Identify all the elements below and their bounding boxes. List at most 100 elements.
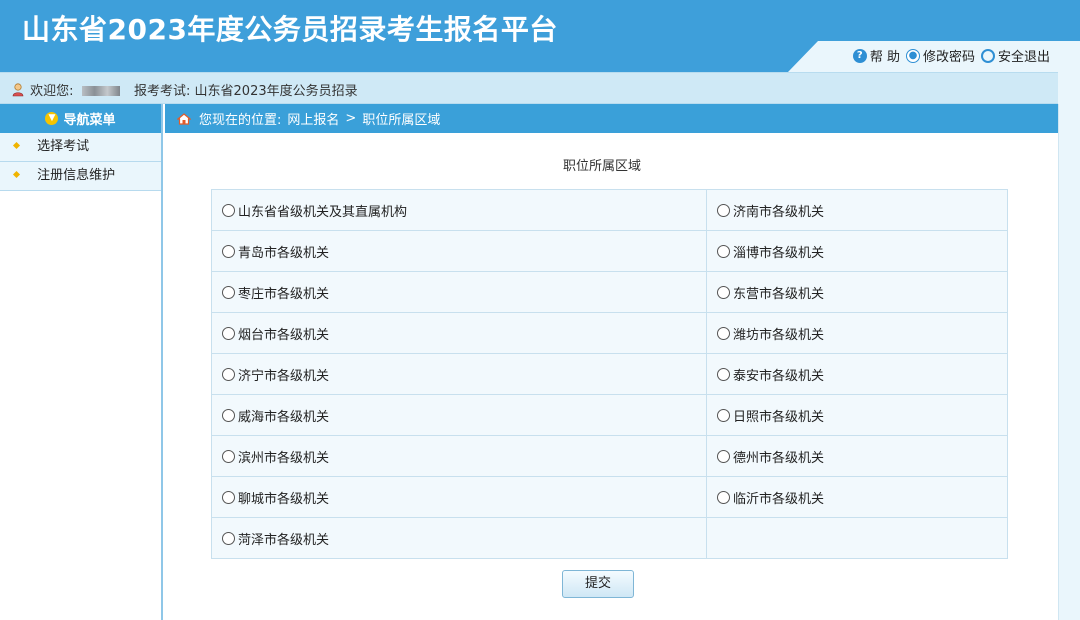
table-row: 滨州市各级机关 德州市各级机关: [211, 435, 1008, 477]
right-margin: [1058, 72, 1080, 620]
arrow-down-icon: ▼: [45, 112, 59, 125]
radio-button[interactable]: [717, 326, 730, 340]
option-label: 淄博市各级机关: [733, 245, 825, 261]
region-option[interactable]: 烟台市各级机关: [211, 312, 707, 354]
option-label: 滨州市各级机关: [238, 450, 330, 466]
breadcrumb-prefix: 您现在的位置:: [199, 113, 282, 128]
breadcrumb-level2: 职位所属区域: [362, 113, 441, 128]
region-option[interactable]: 德州市各级机关: [706, 435, 1008, 477]
table-row: 威海市各级机关 日照市各级机关: [211, 394, 1008, 436]
region-option[interactable]: 枣庄市各级机关: [211, 271, 707, 313]
table-row: 青岛市各级机关 淄博市各级机关: [211, 230, 1008, 272]
option-label: 山东省省级机关及其直属机构: [238, 204, 408, 220]
region-option[interactable]: 泰安市各级机关: [706, 353, 1008, 395]
region-option[interactable]: 淄博市各级机关: [706, 230, 1008, 272]
change-password-link[interactable]: ● 修改密码: [905, 46, 975, 65]
logout-label: 安全退出: [997, 50, 1050, 65]
radio-button[interactable]: [717, 367, 730, 381]
radio-button[interactable]: [717, 408, 730, 422]
region-option[interactable]: 日照市各级机关: [706, 394, 1008, 436]
table-row: 聊城市各级机关 临沂市各级机关: [211, 476, 1008, 518]
radio-button[interactable]: [222, 285, 235, 299]
change-password-label: 修改密码: [922, 50, 975, 65]
radio-button[interactable]: [717, 285, 730, 299]
table-row: 菏泽市各级机关: [211, 517, 1008, 559]
radio-button[interactable]: [717, 203, 730, 217]
sidebar-item-label: 选择考试: [37, 139, 90, 154]
option-label: 东营市各级机关: [733, 286, 825, 302]
region-option[interactable]: 威海市各级机关: [211, 394, 707, 436]
welcome-label: 欢迎您:: [30, 84, 74, 99]
help-label: 帮 助: [869, 50, 900, 65]
submit-button[interactable]: 提交: [562, 570, 634, 598]
home-icon: [177, 112, 191, 125]
region-option[interactable]: 东营市各级机关: [706, 271, 1008, 313]
app-title: 山东省2023年度公务员招录考生报名平台: [22, 13, 558, 46]
exam-info: 报考考试: 山东省2023年度公务员招录: [134, 80, 358, 99]
radio-button[interactable]: [222, 203, 235, 217]
exam-label: 报考考试:: [134, 84, 191, 99]
breadcrumb: 您现在的位置: 网上报名 > 职位所属区域: [165, 104, 1058, 133]
sidebar-item-registration-info[interactable]: 注册信息维护: [0, 162, 161, 191]
option-label: 枣庄市各级机关: [238, 286, 330, 302]
help-link[interactable]: ? 帮 助: [852, 46, 900, 65]
diamond-bullet-icon: [12, 170, 21, 179]
region-option[interactable]: 滨州市各级机关: [211, 435, 707, 477]
user-info-bar: 欢迎您: 报考考试: 山东省2023年度公务员招录: [0, 72, 1058, 104]
username-blurred: [81, 86, 120, 96]
radio-button[interactable]: [222, 490, 235, 504]
table-row: 山东省省级机关及其直属机构 济南市各级机关: [211, 189, 1008, 231]
option-label: 聊城市各级机关: [238, 491, 330, 507]
region-option[interactable]: 临沂市各级机关: [706, 476, 1008, 518]
sidebar-header: ▼ 导航菜单: [0, 104, 161, 133]
logout-link[interactable]: 安全退出: [980, 46, 1050, 65]
power-icon: [980, 48, 995, 63]
sidebar-item-label: 注册信息维护: [37, 168, 116, 183]
region-options-table: 山东省省级机关及其直属机构 济南市各级机关 青岛市各级机关 淄博市各级机关 枣庄…: [211, 189, 1008, 559]
user-icon: [12, 83, 24, 97]
exam-name: 山东省2023年度公务员招录: [194, 84, 358, 99]
option-label: 临沂市各级机关: [733, 491, 825, 507]
table-row: 烟台市各级机关 潍坊市各级机关: [211, 312, 1008, 354]
option-label: 德州市各级机关: [733, 450, 825, 466]
table-row: 枣庄市各级机关 东营市各级机关: [211, 271, 1008, 313]
radio-button[interactable]: [222, 531, 235, 545]
app-header: 山东省2023年度公务员招录考生报名平台 ? 帮 助 ● 修改密码 安全退出: [0, 0, 1080, 72]
radio-button[interactable]: [222, 367, 235, 381]
radio-button[interactable]: [717, 244, 730, 258]
empty-cell: [706, 517, 1008, 559]
sidebar: ▼ 导航菜单 选择考试 注册信息维护: [0, 104, 163, 620]
option-label: 青岛市各级机关: [238, 245, 330, 261]
sidebar-item-select-exam[interactable]: 选择考试: [0, 133, 161, 162]
option-label: 威海市各级机关: [238, 409, 330, 425]
radio-button[interactable]: [717, 449, 730, 463]
option-label: 菏泽市各级机关: [238, 532, 330, 548]
option-label: 济宁市各级机关: [238, 368, 330, 384]
lock-icon: ●: [905, 48, 920, 63]
help-icon: ?: [852, 48, 867, 63]
table-row: 济宁市各级机关 泰安市各级机关: [211, 353, 1008, 395]
region-option[interactable]: 聊城市各级机关: [211, 476, 707, 518]
option-label: 烟台市各级机关: [238, 327, 330, 343]
option-label: 日照市各级机关: [733, 409, 825, 425]
region-option[interactable]: 青岛市各级机关: [211, 230, 707, 272]
main-content: 您现在的位置: 网上报名 > 职位所属区域 职位所属区域 山东省省级机关及其直属…: [165, 104, 1059, 620]
radio-button[interactable]: [222, 449, 235, 463]
region-option[interactable]: 山东省省级机关及其直属机构: [211, 189, 707, 231]
page-title: 职位所属区域: [562, 159, 641, 174]
region-option[interactable]: 济南市各级机关: [706, 189, 1008, 231]
radio-button[interactable]: [222, 244, 235, 258]
radio-button[interactable]: [222, 408, 235, 422]
breadcrumb-level1[interactable]: 网上报名: [287, 109, 339, 128]
option-label: 泰安市各级机关: [733, 368, 825, 384]
region-option[interactable]: 菏泽市各级机关: [211, 517, 707, 559]
breadcrumb-separator: >: [345, 111, 357, 126]
option-label: 济南市各级机关: [733, 204, 825, 220]
diamond-bullet-icon: [12, 141, 21, 150]
region-option[interactable]: 潍坊市各级机关: [706, 312, 1008, 354]
radio-button[interactable]: [222, 326, 235, 340]
welcome-info: 欢迎您:: [12, 80, 120, 99]
region-option[interactable]: 济宁市各级机关: [211, 353, 707, 395]
radio-button[interactable]: [717, 490, 730, 504]
sidebar-title: 导航菜单: [63, 113, 116, 128]
